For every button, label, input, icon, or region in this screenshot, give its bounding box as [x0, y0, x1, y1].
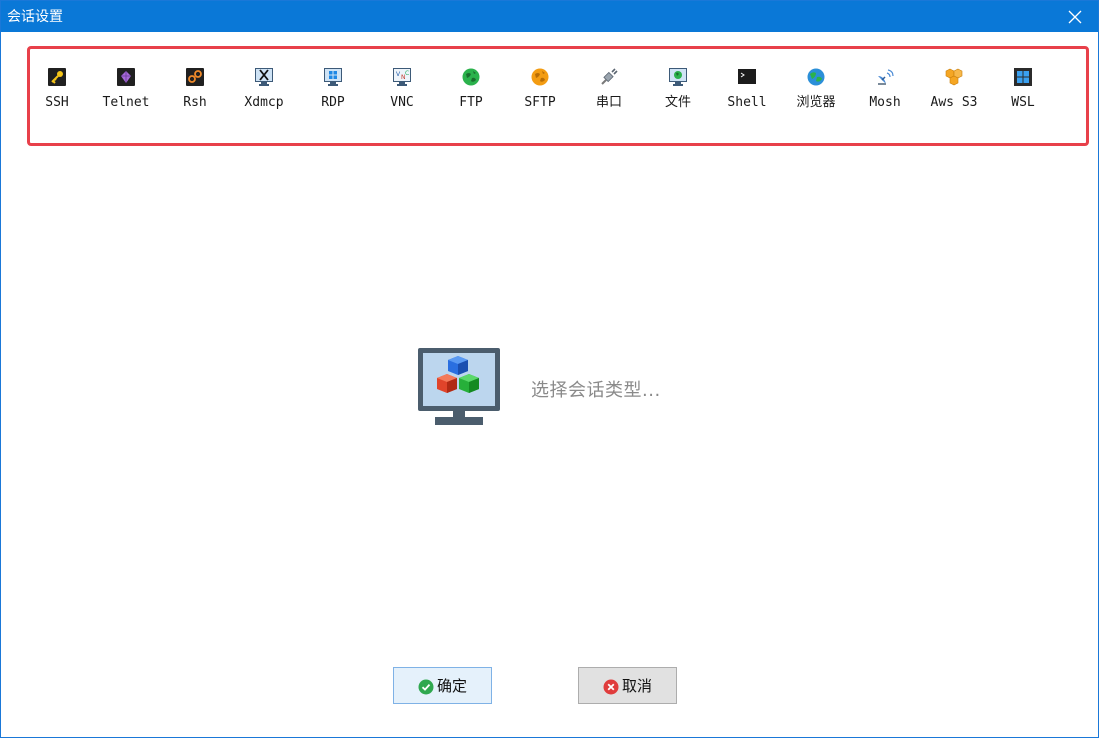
- svg-text:C: C: [405, 70, 409, 77]
- session-type-label: Rsh: [183, 95, 207, 110]
- orange-globe-icon: [531, 68, 549, 86]
- session-type-label: 浏览器: [796, 95, 836, 110]
- window-title: 会话设置: [7, 9, 63, 25]
- session-type-serial[interactable]: 串口: [579, 65, 639, 117]
- session-type-label: FTP: [459, 95, 483, 110]
- aws-cubes-icon: [945, 68, 963, 86]
- session-type-browser[interactable]: 浏览器: [786, 65, 846, 117]
- session-type-vnc[interactable]: V N C VNC: [372, 65, 432, 117]
- cancel-circle-icon: [603, 679, 619, 695]
- file-monitor-icon: [669, 68, 687, 86]
- green-globe-icon: [462, 68, 480, 86]
- session-type-label: SSH: [45, 95, 69, 110]
- placeholder-text: 选择会话类型...: [531, 380, 661, 401]
- key-icon: [48, 68, 66, 86]
- session-type-aws-s3[interactable]: Aws S3: [924, 65, 984, 117]
- session-type-rsh[interactable]: Rsh: [165, 65, 225, 117]
- terminal-icon: [738, 68, 756, 86]
- vnc-icon: V N C: [393, 68, 411, 86]
- session-type-ssh[interactable]: SSH: [27, 65, 87, 117]
- ok-button[interactable]: 确定: [393, 667, 492, 704]
- session-type-label: Aws S3: [930, 95, 978, 110]
- windows-logo-icon: [1014, 68, 1032, 86]
- session-placeholder-monitor-icon: [417, 347, 501, 427]
- session-type-telnet[interactable]: Telnet: [96, 65, 156, 117]
- ok-button-label: 确定: [437, 677, 468, 695]
- close-button[interactable]: [1052, 1, 1098, 32]
- cancel-button-label: 取消: [622, 677, 653, 695]
- session-type-ftp[interactable]: FTP: [441, 65, 501, 117]
- session-type-label: Xdmcp: [244, 95, 284, 110]
- session-type-mosh[interactable]: Mosh: [855, 65, 915, 117]
- session-type-rdp[interactable]: RDP: [303, 65, 363, 117]
- close-icon: [1068, 10, 1082, 24]
- session-type-label: RDP: [321, 95, 345, 110]
- session-type-label: 文件: [664, 95, 691, 110]
- satellite-icon: [876, 68, 894, 86]
- session-type-label: Telnet: [102, 95, 150, 110]
- check-circle-icon: [418, 679, 434, 695]
- rsh-icon: [186, 68, 204, 86]
- session-type-wsl[interactable]: WSL: [993, 65, 1053, 117]
- session-type-shell[interactable]: Shell: [717, 65, 777, 117]
- session-settings-window: 会话设置 SSH Telnet Rsh Xdmcp RDP V N C VNC …: [0, 0, 1099, 738]
- session-type-label: 串口: [595, 95, 622, 110]
- session-type-file[interactable]: 文件: [648, 65, 708, 117]
- session-type-xdmcp[interactable]: Xdmcp: [234, 65, 294, 117]
- cancel-button[interactable]: 取消: [578, 667, 677, 704]
- telnet-icon: [117, 68, 135, 86]
- title-bar: 会话设置: [1, 1, 1098, 32]
- session-type-label: Shell: [727, 95, 767, 110]
- session-type-label: SFTP: [524, 95, 556, 110]
- session-type-label: Mosh: [869, 95, 901, 110]
- session-type-label: WSL: [1011, 95, 1035, 110]
- session-type-label: VNC: [390, 95, 414, 110]
- serial-plug-icon: [600, 68, 618, 86]
- x-display-icon: [255, 68, 273, 86]
- windows-monitor-icon: [324, 68, 342, 86]
- browser-globe-icon: [807, 68, 825, 86]
- session-type-toolbar: SSH Telnet Rsh Xdmcp RDP V N C VNC FTP S…: [27, 46, 1089, 146]
- session-type-sftp[interactable]: SFTP: [510, 65, 570, 117]
